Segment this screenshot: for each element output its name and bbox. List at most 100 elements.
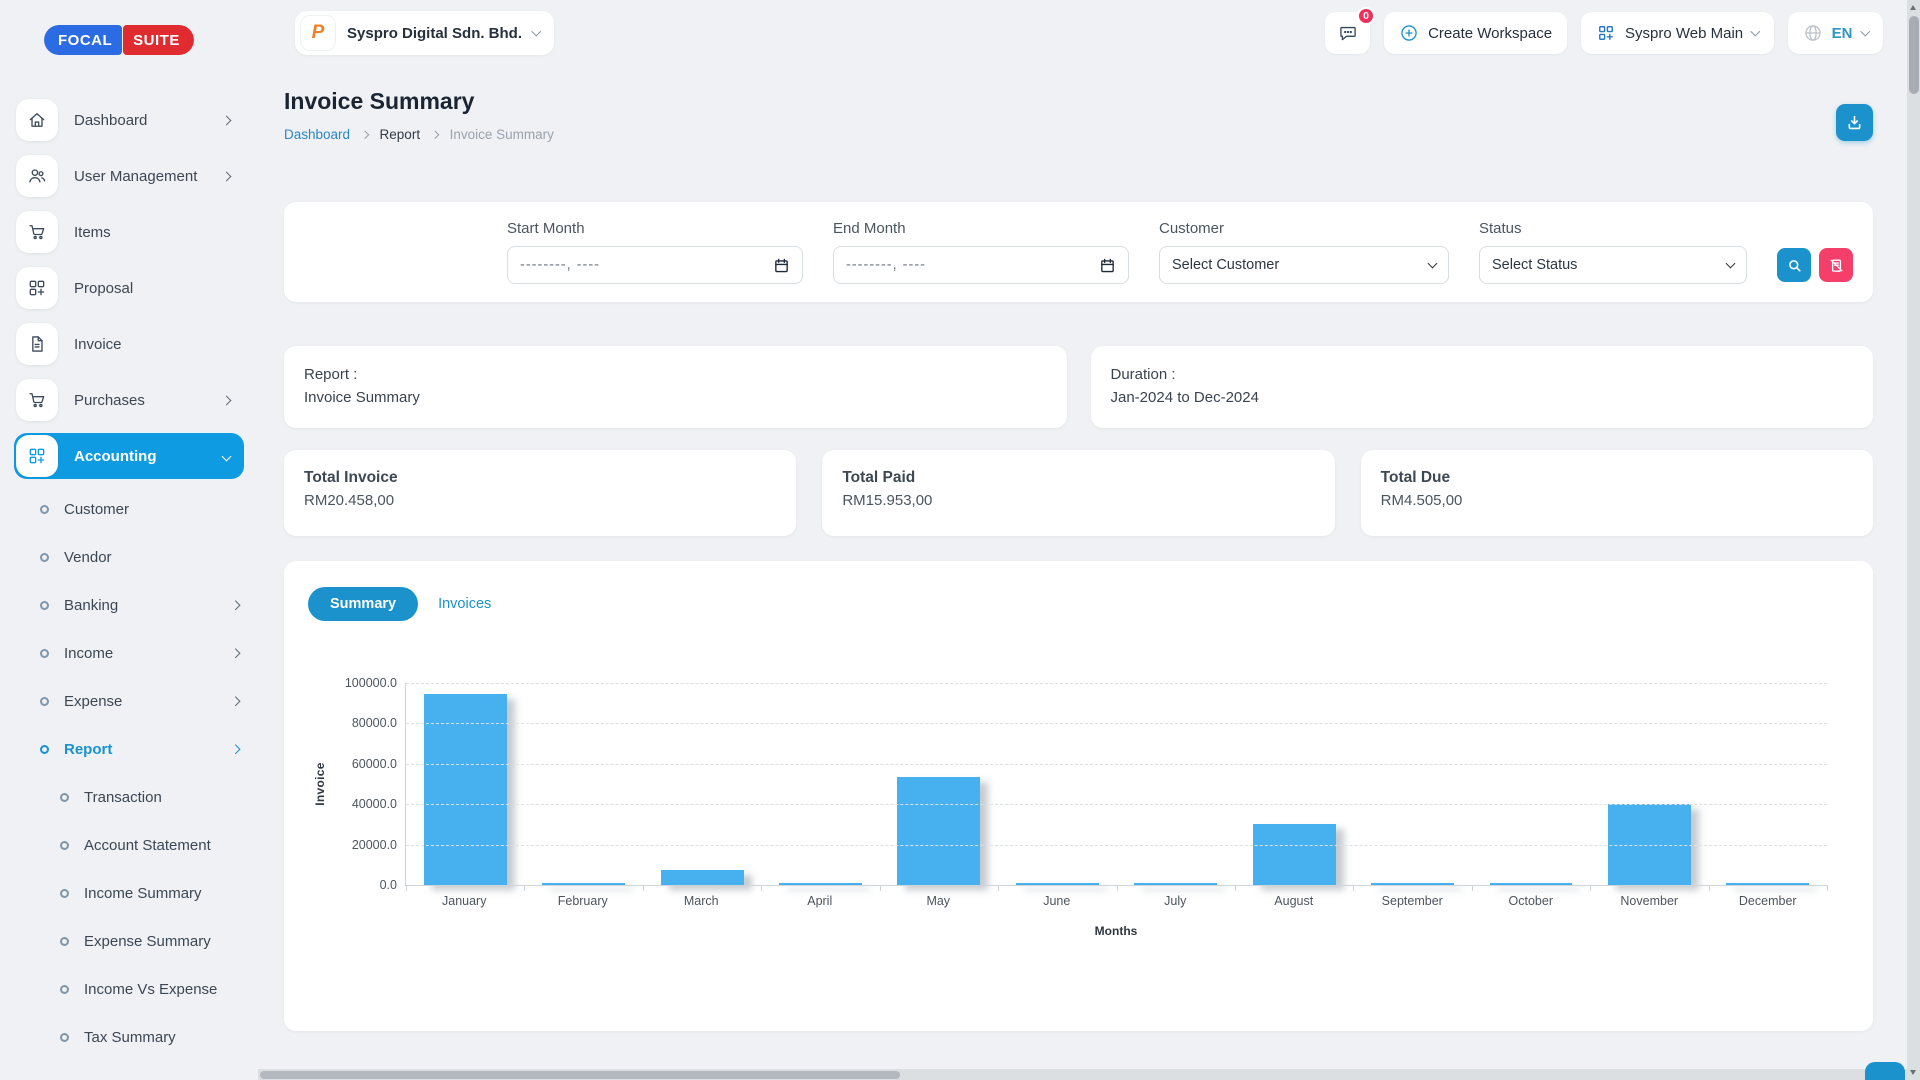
sidebar-item-invoice[interactable]: Invoice bbox=[14, 321, 244, 367]
chart-gridline bbox=[406, 845, 1827, 846]
home-icon bbox=[16, 99, 58, 141]
sidebar-item-report[interactable]: Report bbox=[14, 729, 244, 769]
breadcrumb-report[interactable]: Report bbox=[380, 127, 421, 142]
sidebar-item-customer[interactable]: Customer bbox=[14, 489, 244, 529]
cart-icon bbox=[16, 379, 58, 421]
sidebar-item-income-vs-expense[interactable]: Income Vs Expense bbox=[14, 969, 244, 1009]
end-month-input[interactable]: --------, ---- bbox=[833, 246, 1129, 284]
bar-march[interactable] bbox=[661, 870, 744, 885]
scrollbar-thumb[interactable] bbox=[260, 1071, 900, 1079]
chevron-right-icon bbox=[222, 171, 232, 181]
status-select[interactable]: Select Status bbox=[1479, 246, 1747, 284]
customer-select[interactable]: Select Customer bbox=[1159, 246, 1449, 284]
scroll-down-arrow-icon[interactable] bbox=[1910, 1070, 1916, 1075]
sidebar-item-banking[interactable]: Banking bbox=[14, 585, 244, 625]
y-tick-label: 100000.0 bbox=[345, 676, 397, 690]
x-tick-label: April bbox=[761, 894, 880, 908]
app-switcher-button[interactable]: Syspro Web Main bbox=[1581, 12, 1774, 54]
chevron-down-icon bbox=[1751, 27, 1760, 36]
search-icon bbox=[1786, 257, 1803, 274]
start-month-input[interactable]: --------, ---- bbox=[507, 246, 803, 284]
filter-panel: Start Month --------, ---- End Month ---… bbox=[284, 202, 1873, 302]
sidebar-item-label: Transaction bbox=[84, 789, 162, 806]
app-switcher-label: Syspro Web Main bbox=[1625, 25, 1743, 42]
chart-gridline bbox=[406, 804, 1827, 805]
sidebar-item-dashboard[interactable]: Dashboard bbox=[14, 97, 244, 143]
workspace-selector[interactable]: P Syspro Digital Sdn. Bhd. bbox=[295, 11, 554, 55]
download-button[interactable] bbox=[1836, 104, 1873, 141]
search-button[interactable] bbox=[1777, 248, 1811, 282]
sidebar-item-proposal[interactable]: Proposal bbox=[14, 265, 244, 311]
sidebar-item-tax-summary[interactable]: Tax Summary bbox=[14, 1017, 244, 1057]
globe-icon bbox=[1803, 23, 1823, 43]
messages-badge: 0 bbox=[1357, 7, 1375, 25]
sidebar-item-label: Account Statement bbox=[84, 837, 211, 854]
x-axis-tick bbox=[1709, 885, 1710, 891]
reset-button[interactable] bbox=[1819, 248, 1853, 282]
grid-plus-icon bbox=[16, 435, 58, 477]
total-paid-card: Total Paid RM15.953,00 bbox=[822, 450, 1334, 536]
x-axis-tick bbox=[1472, 885, 1473, 891]
breadcrumb-dashboard[interactable]: Dashboard bbox=[284, 127, 350, 142]
sidebar-item-expense-summary[interactable]: Expense Summary bbox=[14, 921, 244, 961]
status-group: Status Select Status bbox=[1479, 220, 1747, 284]
logo-focal: FOCAL bbox=[44, 25, 122, 55]
chevron-right-icon bbox=[431, 131, 439, 139]
chevron-down-icon bbox=[1428, 258, 1438, 268]
plus-circle-icon bbox=[1399, 23, 1419, 43]
customer-selected-value: Select Customer bbox=[1172, 257, 1279, 273]
calendar-icon bbox=[1099, 257, 1116, 274]
chevron-right-icon bbox=[222, 395, 232, 405]
y-tick-label: 0.0 bbox=[380, 878, 397, 892]
bullet-icon bbox=[40, 553, 49, 562]
users-icon bbox=[16, 155, 58, 197]
x-tick-label: February bbox=[524, 894, 643, 908]
horizontal-scrollbar[interactable] bbox=[258, 1069, 1907, 1080]
breadcrumb: Dashboard Report Invoice Summary bbox=[284, 127, 554, 142]
sidebar-item-account-statement[interactable]: Account Statement bbox=[14, 825, 244, 865]
vertical-scrollbar[interactable] bbox=[1907, 0, 1920, 1080]
sidebar-item-label: Invoice bbox=[74, 336, 122, 353]
tab-invoices[interactable]: Invoices bbox=[432, 587, 497, 621]
bar-slot bbox=[1235, 824, 1353, 885]
sidebar-item-income[interactable]: Income bbox=[14, 633, 244, 673]
bar-may[interactable] bbox=[897, 777, 980, 885]
start-month-value: --------, ---- bbox=[520, 257, 600, 273]
sidebar-item-label: Tax Summary bbox=[84, 1029, 176, 1046]
sidebar-item-transaction[interactable]: Transaction bbox=[14, 777, 244, 817]
chevron-down-icon bbox=[222, 451, 232, 461]
floating-action-button[interactable] bbox=[1865, 1062, 1905, 1080]
bullet-icon bbox=[60, 937, 69, 946]
bar-august[interactable] bbox=[1253, 824, 1336, 885]
stat-value: RM4.505,00 bbox=[1381, 492, 1853, 509]
scrollbar-thumb[interactable] bbox=[1909, 16, 1919, 94]
language-selector[interactable]: EN bbox=[1788, 12, 1883, 54]
x-axis-tick bbox=[998, 885, 999, 891]
customer-group: Customer Select Customer bbox=[1159, 220, 1449, 284]
chart-xlabels: JanuaryFebruaryMarchAprilMayJuneJulyAugu… bbox=[405, 894, 1827, 908]
tab-summary[interactable]: Summary bbox=[308, 587, 418, 621]
create-workspace-button[interactable]: Create Workspace bbox=[1384, 12, 1567, 54]
sidebar-item-accounting[interactable]: Accounting bbox=[14, 433, 244, 479]
scroll-up-arrow-icon[interactable] bbox=[1910, 5, 1916, 10]
chevron-down-icon bbox=[1726, 258, 1736, 268]
x-tick-label: July bbox=[1116, 894, 1235, 908]
stat-label: Total Due bbox=[1381, 469, 1853, 487]
sidebar-item-user-management[interactable]: User Management bbox=[14, 153, 244, 199]
report-info-card: Report : Invoice Summary bbox=[284, 346, 1067, 428]
sidebar-item-label: Purchases bbox=[74, 392, 145, 409]
duration-label: Duration : bbox=[1111, 363, 1854, 386]
chart-bars bbox=[406, 683, 1827, 885]
messages-button[interactable]: 0 bbox=[1325, 12, 1370, 54]
sidebar-item-expense[interactable]: Expense bbox=[14, 681, 244, 721]
y-axis-title: Invoice bbox=[313, 762, 327, 805]
sidebar-item-vendor[interactable]: Vendor bbox=[14, 537, 244, 577]
sidebar-item-label: Income Vs Expense bbox=[84, 981, 217, 998]
x-axis-title: Months bbox=[405, 924, 1827, 938]
sidebar-item-purchases[interactable]: Purchases bbox=[14, 377, 244, 423]
breadcrumb-current: Invoice Summary bbox=[450, 127, 554, 142]
bar-slot bbox=[880, 777, 998, 885]
sidebar-item-items[interactable]: Items bbox=[14, 209, 244, 255]
sidebar-item-income-summary[interactable]: Income Summary bbox=[14, 873, 244, 913]
chevron-right-icon bbox=[230, 744, 239, 753]
